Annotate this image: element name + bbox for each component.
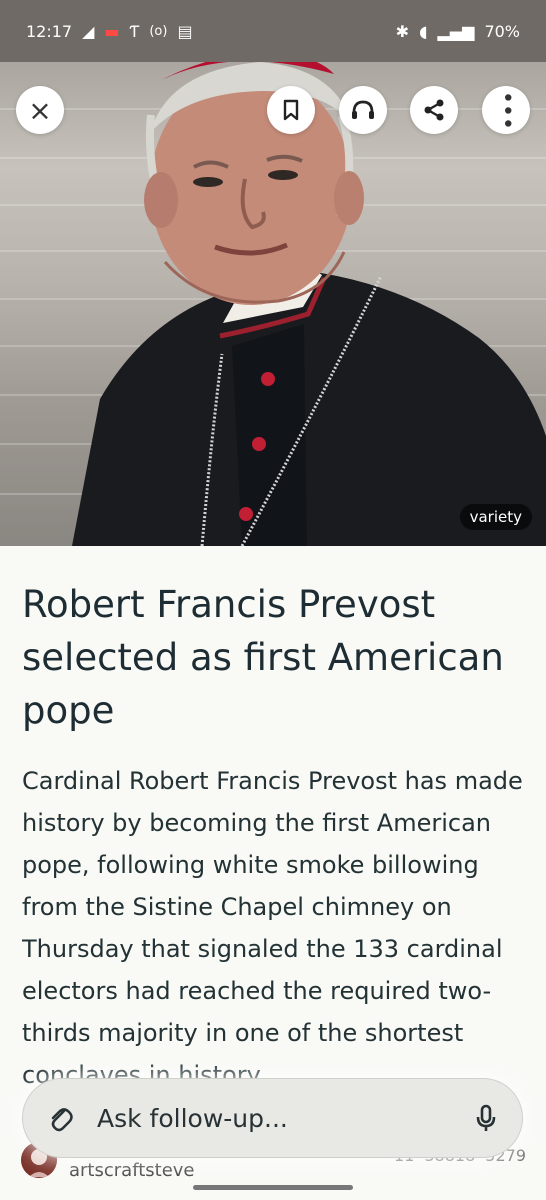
- follow-up-placeholder: Ask follow-up...: [97, 1103, 288, 1133]
- status-time: 12:17: [26, 21, 73, 41]
- bluetooth-icon: ✱: [395, 21, 410, 41]
- battery-text: 70%: [484, 21, 520, 41]
- image-source-badge: variety: [459, 504, 532, 530]
- sim-icon: ▤: [177, 21, 193, 41]
- more-vert-icon: •••: [494, 90, 519, 130]
- home-indicator[interactable]: [193, 1185, 353, 1190]
- antenna-icon: Ƭ: [129, 21, 140, 41]
- article-image: × ••• variety: [0, 62, 546, 546]
- share-button[interactable]: [410, 86, 458, 134]
- attachment-icon[interactable]: [47, 1103, 73, 1133]
- microphone-icon[interactable]: [474, 1102, 498, 1134]
- listen-button[interactable]: [339, 86, 387, 134]
- signal-icon: ▂▄▆: [437, 21, 475, 41]
- telegram-icon: ◢: [82, 21, 95, 41]
- status-right: ✱ ◖ ▂▄▆ 70%: [396, 22, 520, 41]
- article-body: Cardinal Robert Francis Prevost has made…: [22, 767, 523, 1085]
- status-left: 12:17 ◢ ▬ Ƭ (o) ▤: [26, 22, 193, 41]
- close-button[interactable]: ×: [16, 86, 64, 134]
- more-button[interactable]: •••: [482, 86, 530, 134]
- follow-up-input[interactable]: Ask follow-up...: [22, 1078, 523, 1158]
- wifi-icon: ◖: [419, 21, 428, 41]
- share-icon: [424, 99, 444, 121]
- author-name[interactable]: artscraftsteve: [69, 1160, 195, 1181]
- red-notification-icon: ▬: [104, 21, 120, 41]
- bookmark-icon: [283, 99, 299, 121]
- bookmark-button[interactable]: [267, 86, 315, 134]
- close-icon: ×: [28, 93, 52, 127]
- headphones-icon: [352, 100, 374, 119]
- status-bar: 12:17 ◢ ▬ Ƭ (o) ▤ ✱ ◖ ▂▄▆ 70%: [0, 0, 546, 62]
- article-title: Robert Francis Prevost selected as first…: [22, 583, 504, 732]
- wireless-icon: (o): [149, 23, 168, 39]
- cardinal-portrait: [72, 62, 546, 546]
